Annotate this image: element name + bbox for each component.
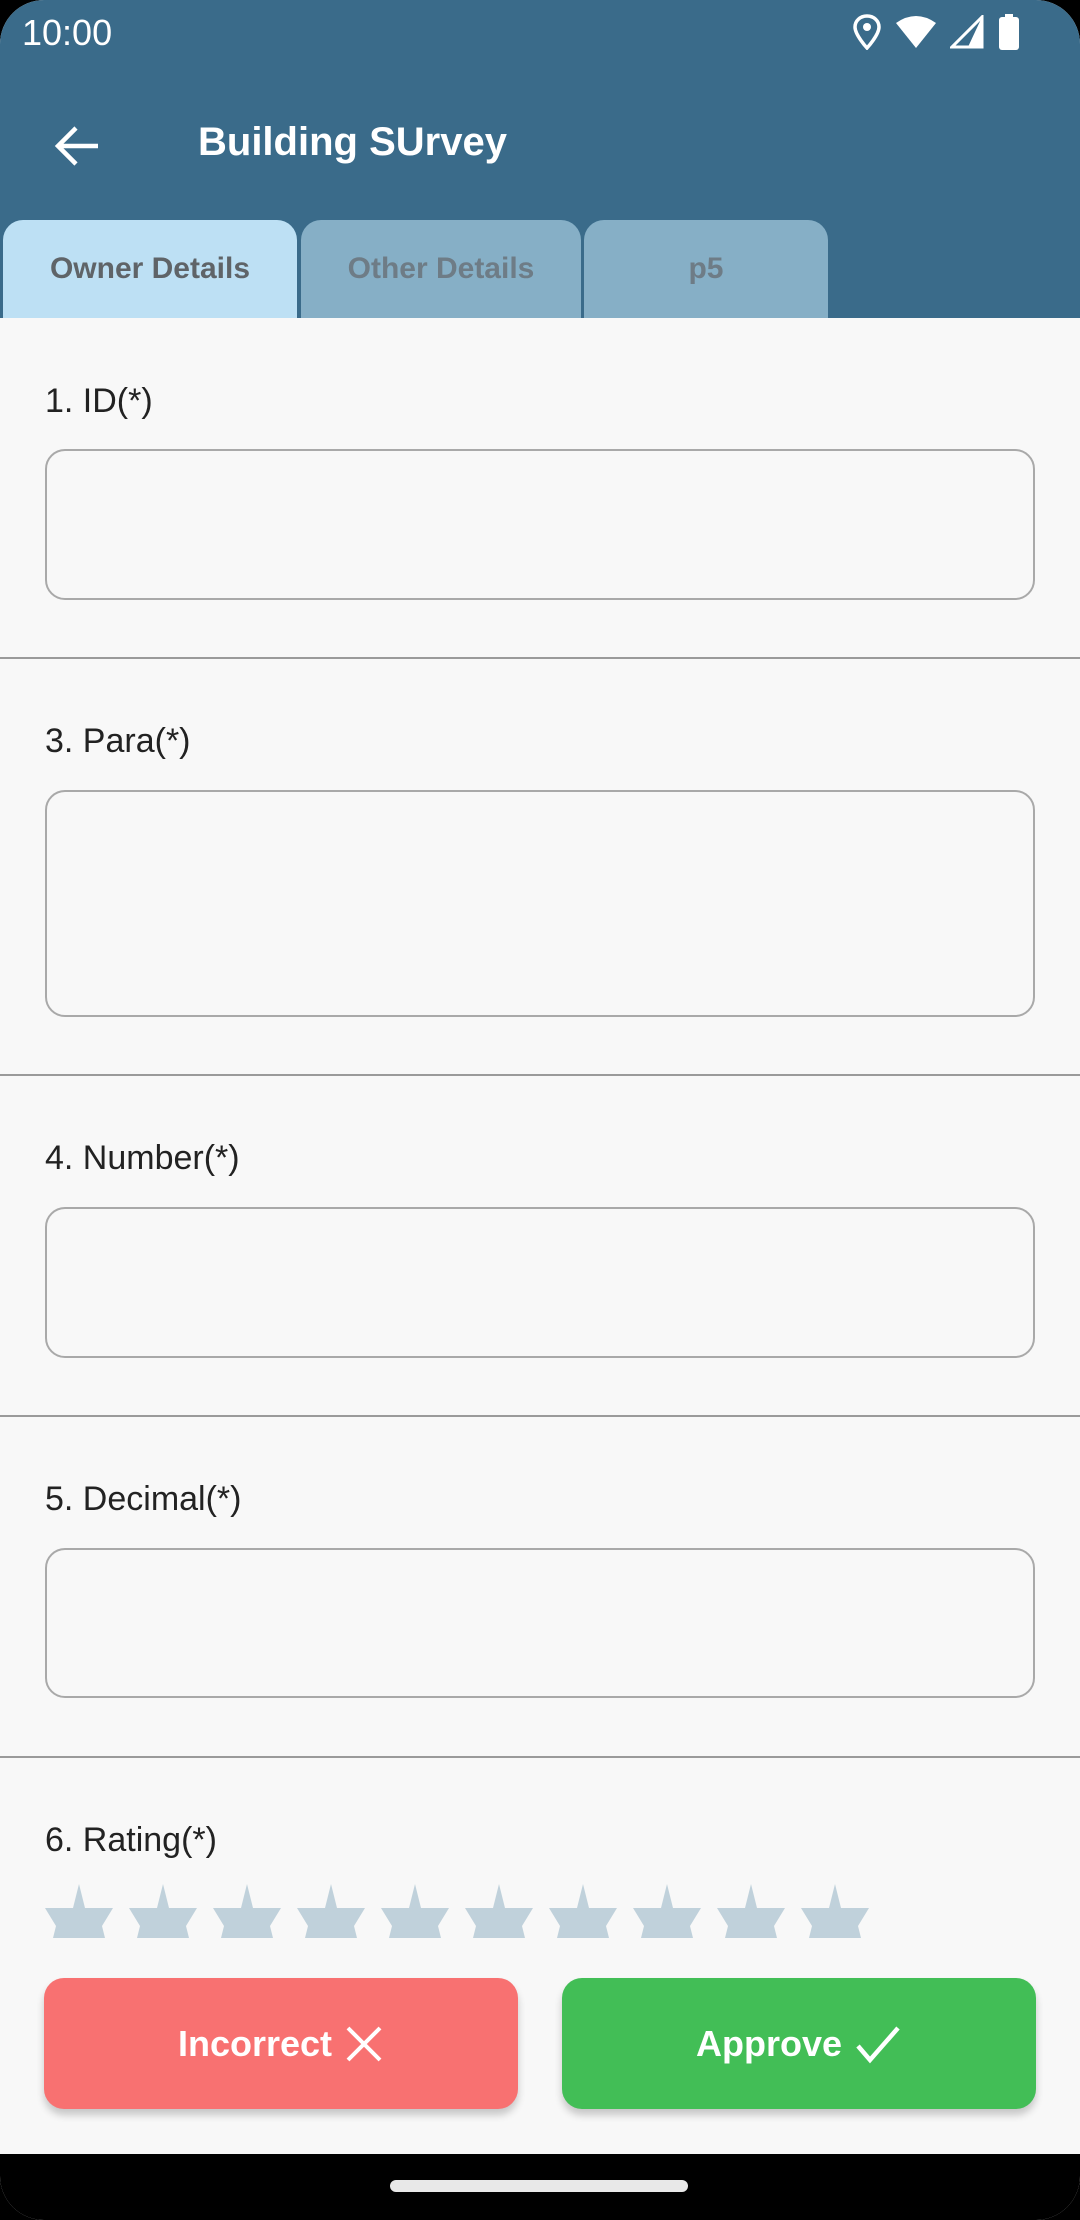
- field-label-para: 3. Para(*): [45, 722, 191, 760]
- incorrect-button[interactable]: Incorrect: [44, 1978, 518, 2109]
- para-input[interactable]: [45, 790, 1035, 1017]
- star-icon[interactable]: [549, 1884, 617, 1938]
- arrow-left-icon[interactable]: [50, 118, 106, 174]
- incorrect-label: Incorrect: [177, 2022, 333, 2064]
- battery-icon: [999, 14, 1019, 50]
- screen: 10:00 Building SUrvey Owner Details Othe…: [0, 0, 1080, 2220]
- divider: [0, 657, 1080, 659]
- status-time: 10:00: [22, 12, 113, 53]
- divider: [0, 1756, 1080, 1758]
- star-icon[interactable]: [45, 1884, 113, 1938]
- id-input[interactable]: [45, 449, 1035, 600]
- approve-label: Approve: [695, 2022, 843, 2064]
- number-input[interactable]: [45, 1207, 1035, 1358]
- field-label-id: 1. ID(*): [45, 382, 153, 420]
- star-icon[interactable]: [465, 1884, 533, 1938]
- divider: [0, 1074, 1080, 1076]
- divider: [0, 1415, 1080, 1417]
- field-label-decimal: 5. Decimal(*): [45, 1480, 242, 1518]
- star-icon[interactable]: [717, 1884, 785, 1938]
- signal-icon: [950, 15, 984, 49]
- tab-other-details[interactable]: Other Details: [301, 220, 581, 318]
- rating-stars[interactable]: [45, 1884, 869, 1938]
- star-icon[interactable]: [633, 1884, 701, 1938]
- app-header: 10:00 Building SUrvey Owner Details Othe…: [0, 0, 1080, 318]
- home-indicator[interactable]: [390, 2180, 688, 2192]
- check-icon: [856, 2026, 900, 2063]
- star-icon[interactable]: [801, 1884, 869, 1938]
- location-icon: [853, 14, 881, 50]
- star-icon[interactable]: [297, 1884, 365, 1938]
- field-label-rating: 6. Rating(*): [45, 1821, 217, 1859]
- approve-button[interactable]: Approve: [562, 1978, 1036, 2109]
- page-title: Building SUrvey: [198, 120, 507, 164]
- wifi-icon: [896, 16, 936, 48]
- tab-owner-details[interactable]: Owner Details: [3, 220, 297, 318]
- decimal-input[interactable]: [45, 1548, 1035, 1698]
- star-icon[interactable]: [213, 1884, 281, 1938]
- close-icon: [346, 2026, 382, 2061]
- field-label-number: 4. Number(*): [45, 1139, 240, 1177]
- tab-p5[interactable]: p5: [584, 220, 828, 318]
- status-icons: [852, 14, 1020, 50]
- star-icon[interactable]: [381, 1884, 449, 1938]
- star-icon[interactable]: [129, 1884, 197, 1938]
